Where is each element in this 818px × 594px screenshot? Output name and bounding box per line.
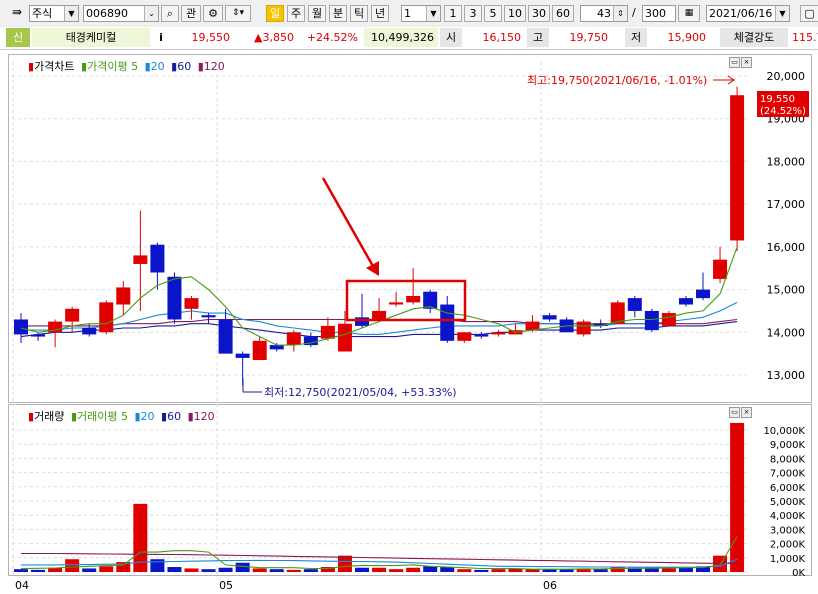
volume-tick-label: 0K xyxy=(792,568,805,579)
low-annotation: 최저:12,750(2021/05/04, +53.33%) xyxy=(264,386,457,399)
volume-bar xyxy=(167,567,182,572)
candle-body xyxy=(542,315,557,320)
volume-bar xyxy=(235,562,250,572)
volume-tick-label: 3,000K xyxy=(770,525,806,536)
price-tick-label: 20,000 xyxy=(767,70,806,83)
candle-body xyxy=(150,244,165,273)
candle-body xyxy=(389,302,404,305)
volume-tick-label: 5,000K xyxy=(770,497,806,508)
candle-body xyxy=(457,332,472,341)
x-tick-label: 06 xyxy=(543,579,557,592)
volume-tick-label: 10,000K xyxy=(763,426,805,437)
volume-tick-label: 2,000K xyxy=(770,540,806,551)
price-tick-label: 13,000 xyxy=(767,369,806,382)
price-tick-label: 14,000 xyxy=(767,326,806,339)
volume-bar xyxy=(355,567,369,572)
candle-body xyxy=(713,259,728,279)
candle-body xyxy=(184,298,199,309)
pointer-arrow xyxy=(321,177,376,269)
volume-tick-label: 9,000K xyxy=(770,440,806,451)
candle-body xyxy=(31,334,46,337)
volume-bar xyxy=(150,559,165,572)
high-annotation: 최고:19,750(2021/06/16, -1.01%) xyxy=(527,74,707,87)
candle-body xyxy=(337,323,352,352)
candle-body xyxy=(218,319,233,354)
candle-body xyxy=(355,317,369,326)
volume-bar xyxy=(252,568,267,572)
stock-chart[interactable]: 13,00014,00015,00016,00017,00018,00019,0… xyxy=(0,0,818,594)
volume-tick-label: 7,000K xyxy=(770,469,806,480)
x-tick-label: 04 xyxy=(15,579,29,592)
candle-body xyxy=(644,310,659,331)
volume-bar xyxy=(82,568,97,572)
candle-body xyxy=(627,298,642,311)
volume-bar xyxy=(201,569,216,572)
candle-body xyxy=(167,276,182,320)
volume-bar xyxy=(457,569,472,572)
volume-bar xyxy=(491,569,506,572)
volume-bar xyxy=(99,566,114,572)
volume-bar xyxy=(730,422,745,572)
price-tick-label: 17,000 xyxy=(767,198,806,211)
volume-bar xyxy=(269,569,284,572)
volume-tick-label: 4,000K xyxy=(770,511,806,522)
volume-bar xyxy=(406,567,421,572)
candle-body xyxy=(14,319,28,335)
volume-bar xyxy=(218,567,233,572)
volume-bar xyxy=(423,566,438,572)
candle-body xyxy=(252,340,267,361)
volume-bar xyxy=(31,569,46,572)
candle-body xyxy=(372,310,387,320)
volume-bar xyxy=(65,559,80,572)
price-tick-label: 15,000 xyxy=(767,284,806,297)
volume-bar xyxy=(372,567,387,572)
last-price-percent: (24.52%) xyxy=(760,106,806,117)
candle-body xyxy=(576,321,591,335)
volume-bar xyxy=(303,569,318,572)
candle-body xyxy=(286,332,301,346)
volume-bar xyxy=(14,569,28,572)
candle-body xyxy=(525,321,540,331)
volume-bar xyxy=(184,568,199,572)
candle-body xyxy=(82,328,97,335)
price-tick-label: 18,000 xyxy=(767,155,806,168)
candle-body xyxy=(696,289,710,299)
candle-body xyxy=(269,345,284,350)
volume-tick-label: 8,000K xyxy=(770,454,806,465)
candle-body xyxy=(133,255,148,264)
candle-body xyxy=(320,325,335,339)
price-tick-label: 16,000 xyxy=(767,241,806,254)
candle-body xyxy=(406,295,421,303)
x-tick-label: 05 xyxy=(219,579,233,592)
volume-bar xyxy=(593,569,608,572)
candle-body xyxy=(99,302,114,333)
volume-tick-label: 1,000K xyxy=(770,554,806,565)
volume-bar xyxy=(389,569,404,572)
candle-body xyxy=(474,334,489,337)
candle-body xyxy=(440,304,455,341)
volume-bar xyxy=(286,569,301,572)
candle-body xyxy=(661,313,676,326)
volume-bar xyxy=(440,567,455,572)
candle-body xyxy=(491,332,506,335)
volume-bar xyxy=(610,567,625,572)
candle-body xyxy=(201,315,216,318)
volume-bar xyxy=(474,569,489,572)
candle-body xyxy=(678,298,693,305)
candle-body xyxy=(235,353,250,358)
volume-tick-label: 6,000K xyxy=(770,483,806,494)
candle-body xyxy=(116,287,131,305)
last-price-value: 19,550 xyxy=(760,94,795,105)
candle-body xyxy=(730,95,745,241)
volume-bar xyxy=(337,555,352,572)
volume-bar xyxy=(661,568,676,572)
candle-body xyxy=(65,308,80,322)
